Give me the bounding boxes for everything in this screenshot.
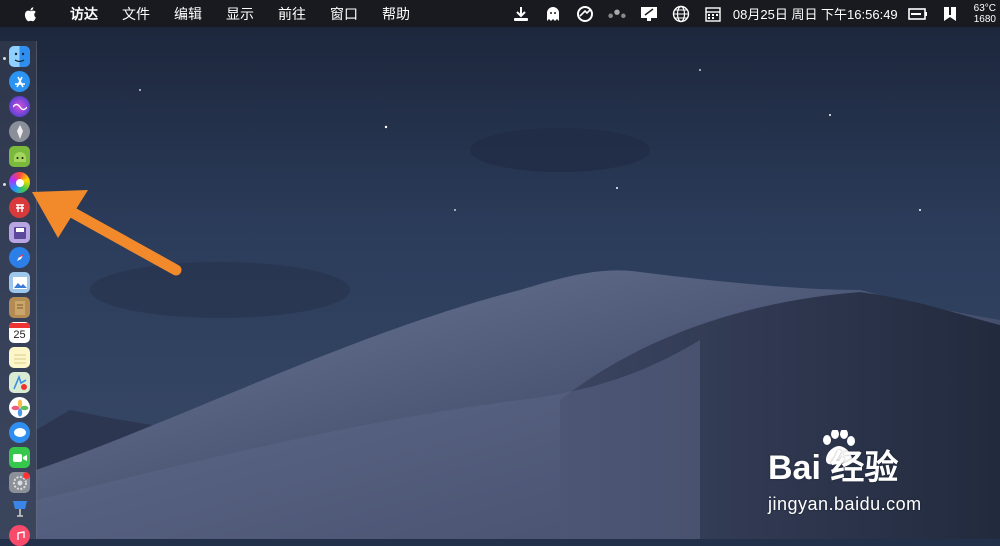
- running-indicator: [3, 57, 6, 60]
- notification-badge: [23, 472, 30, 479]
- status-area: 08月25日 周日 下午16:56:49 63°C 1680: [505, 0, 1000, 27]
- dots-icon[interactable]: [607, 5, 627, 23]
- globe-icon[interactable]: [671, 5, 691, 23]
- dock: 25: [0, 41, 37, 546]
- app-store-icon[interactable]: [9, 71, 30, 92]
- toolbox-icon[interactable]: [9, 197, 30, 218]
- android-studio-icon[interactable]: [9, 146, 30, 167]
- apple-menu-icon[interactable]: [22, 5, 40, 23]
- safari-icon[interactable]: [9, 247, 30, 268]
- battery-icon[interactable]: [907, 5, 928, 23]
- fan-speed-text: 1680: [973, 13, 996, 25]
- menu-file[interactable]: 文件: [110, 4, 162, 24]
- ghost-icon[interactable]: [543, 5, 563, 23]
- calendar-day-text: 25: [13, 329, 26, 341]
- menu-app-name[interactable]: 访达: [58, 4, 110, 24]
- system-preferences-icon[interactable]: [9, 472, 30, 493]
- menu-bar: 访达 文件 编辑 显示 前往 窗口 帮助 08月25日 周日 下午16:56:4…: [0, 0, 1000, 27]
- siri-icon[interactable]: [9, 96, 30, 117]
- notes-book-icon[interactable]: [9, 297, 30, 318]
- messages-icon[interactable]: [9, 422, 30, 443]
- floppy-app-icon[interactable]: [9, 222, 30, 243]
- bookmark-icon[interactable]: [940, 5, 960, 23]
- photos-icon[interactable]: [9, 397, 30, 418]
- preview-icon[interactable]: [9, 272, 30, 293]
- annotation-arrow: [32, 190, 182, 276]
- calendar-icon[interactable]: [703, 5, 723, 23]
- sensor-readout[interactable]: 63°C 1680: [974, 3, 996, 25]
- menu-help[interactable]: 帮助: [370, 4, 422, 24]
- sync-icon[interactable]: [575, 5, 595, 23]
- maps-icon[interactable]: [9, 372, 30, 393]
- music-icon[interactable]: [9, 525, 30, 546]
- display-icon[interactable]: [639, 5, 659, 23]
- launchpad-icon[interactable]: [9, 121, 30, 142]
- notes-icon[interactable]: [9, 347, 30, 368]
- calendar-app-icon[interactable]: 25: [9, 322, 30, 343]
- menu-view[interactable]: 显示: [214, 4, 266, 24]
- keynote-icon[interactable]: [9, 497, 30, 518]
- watermark-logo-text: Bai 经验: [768, 449, 899, 487]
- facetime-icon[interactable]: [9, 447, 30, 468]
- download-icon[interactable]: [511, 5, 531, 23]
- finder-icon[interactable]: [9, 46, 30, 67]
- baidu-watermark: Bai 经验 jingyan.baidu.com: [766, 430, 956, 520]
- menu-window[interactable]: 窗口: [318, 4, 370, 24]
- menu-go[interactable]: 前往: [266, 4, 318, 24]
- running-indicator: [3, 183, 6, 186]
- menu-edit[interactable]: 编辑: [162, 4, 214, 24]
- watermark-url: jingyan.baidu.com: [768, 494, 922, 514]
- clock-text[interactable]: 08月25日 周日 下午16:56:49: [729, 4, 902, 23]
- temperature-text: 63°C: [973, 2, 996, 14]
- color-app-icon[interactable]: [9, 172, 30, 193]
